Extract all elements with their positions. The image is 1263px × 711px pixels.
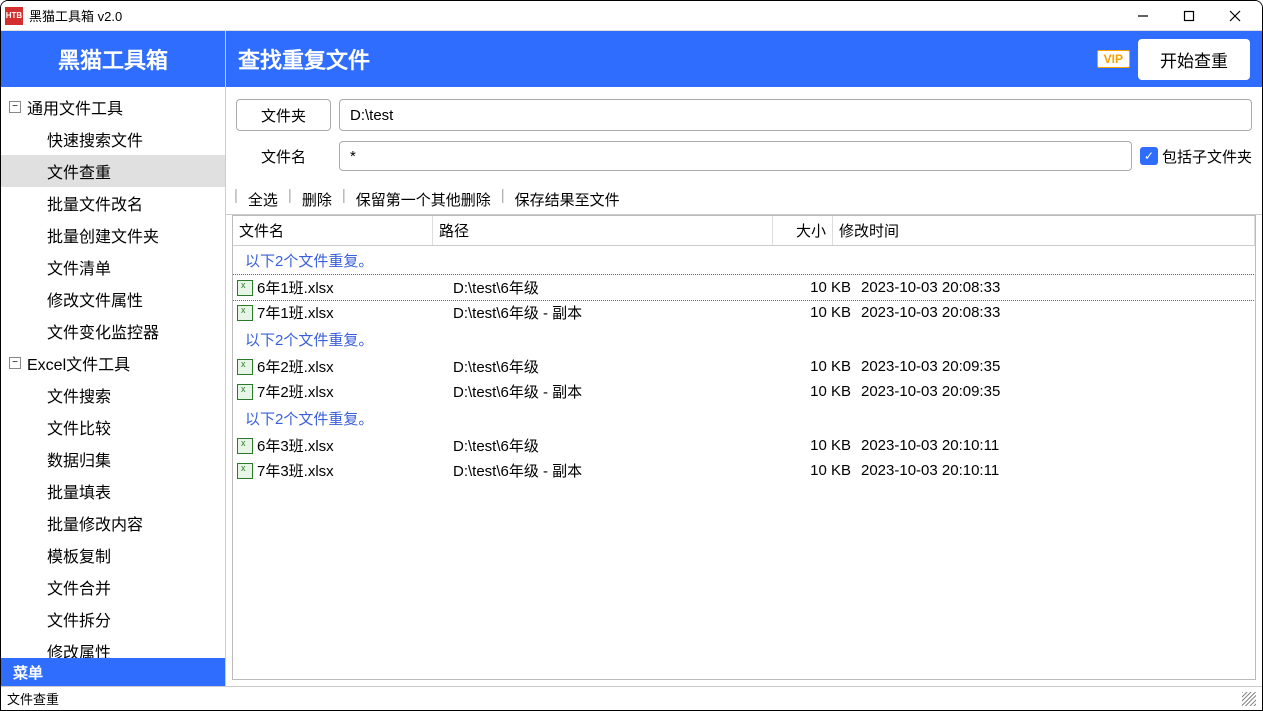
tree-group-label: Excel文件工具 <box>27 351 130 375</box>
sidebar-item[interactable]: 文件清单 <box>1 251 225 283</box>
excel-file-icon <box>237 280 253 296</box>
sidebar-item[interactable]: 文件拆分 <box>1 603 225 635</box>
sidebar-item[interactable]: 文件变化监控器 <box>1 315 225 347</box>
sidebar-item[interactable]: 文件比较 <box>1 411 225 443</box>
file-row[interactable]: 7年2班.xlsxD:\test\6年级 - 副本10 KB2023-10-03… <box>233 379 1255 404</box>
delete-action[interactable]: 删除 <box>296 187 338 212</box>
page-title: 查找重复文件 <box>238 43 1097 75</box>
select-all-action[interactable]: 全选 <box>242 187 284 212</box>
search-form: 文件夹 文件名 ✓ 包括子文件夹 <box>226 87 1262 185</box>
sidebar-item[interactable]: 批量创建文件夹 <box>1 219 225 251</box>
file-row[interactable]: 6年2班.xlsxD:\test\6年级10 KB2023-10-03 20:0… <box>233 354 1255 379</box>
tree-group-label: 通用文件工具 <box>27 95 123 119</box>
excel-file-icon <box>237 438 253 454</box>
filename-label: 文件名 <box>236 146 331 167</box>
file-size-cell: 10 KB <box>793 304 851 321</box>
sidebar-item[interactable]: 快速搜索文件 <box>1 123 225 155</box>
resize-grip-icon[interactable] <box>1242 692 1256 706</box>
file-row[interactable]: 7年1班.xlsxD:\test\6年级 - 副本10 KB2023-10-03… <box>233 300 1255 325</box>
sidebar-item[interactable]: 修改文件属性 <box>1 283 225 315</box>
file-path-cell: D:\test\6年级 - 副本 <box>453 302 793 323</box>
sidebar-item[interactable]: 数据归集 <box>1 443 225 475</box>
sidebar-item[interactable]: 批量填表 <box>1 475 225 507</box>
start-dedupe-button[interactable]: 开始查重 <box>1138 39 1250 80</box>
vip-badge: VIP <box>1097 50 1130 68</box>
col-header-date[interactable]: 修改时间 <box>833 216 1255 245</box>
checkbox-checked-icon: ✓ <box>1140 147 1158 165</box>
file-size-cell: 10 KB <box>793 437 851 454</box>
sidebar-footer-menu[interactable]: 菜单 <box>1 658 225 686</box>
titlebar: HTB 黑猫工具箱 v2.0 <box>1 1 1262 31</box>
duplicate-group-header: 以下2个文件重复。 <box>233 404 1255 433</box>
file-row[interactable]: 6年3班.xlsxD:\test\6年级10 KB2023-10-03 20:1… <box>233 433 1255 458</box>
file-path-cell: D:\test\6年级 - 副本 <box>453 460 793 481</box>
main-header: 查找重复文件 VIP 开始查重 <box>226 31 1262 87</box>
main-panel: 查找重复文件 VIP 开始查重 文件夹 文件名 ✓ 包括子文件夹 <box>226 31 1262 686</box>
file-row[interactable]: 7年3班.xlsxD:\test\6年级 - 副本10 KB2023-10-03… <box>233 458 1255 483</box>
collapse-icon[interactable]: − <box>9 357 21 369</box>
folder-path-input[interactable] <box>339 99 1252 131</box>
maximize-button[interactable] <box>1166 1 1212 31</box>
file-date-cell: 2023-10-03 20:08:33 <box>851 304 1255 321</box>
results-header: 文件名 路径 大小 修改时间 <box>233 216 1255 246</box>
sidebar-item[interactable]: 文件搜索 <box>1 379 225 411</box>
file-name-cell: 7年3班.xlsx <box>257 460 453 481</box>
file-name-cell: 6年3班.xlsx <box>257 435 453 456</box>
file-path-cell: D:\test\6年级 - 副本 <box>453 381 793 402</box>
file-date-cell: 2023-10-03 20:09:35 <box>851 358 1255 375</box>
tree-group[interactable]: −通用文件工具 <box>1 91 225 123</box>
save-results-action[interactable]: 保存结果至文件 <box>509 187 626 212</box>
excel-file-icon <box>237 359 253 375</box>
duplicate-group-header: 以下2个文件重复。 <box>233 325 1255 354</box>
col-header-size[interactable]: 大小 <box>773 216 833 245</box>
file-row[interactable]: 6年1班.xlsxD:\test\6年级10 KB2023-10-03 20:0… <box>233 275 1255 300</box>
duplicate-group-header: 以下2个文件重复。 <box>233 246 1255 275</box>
file-size-cell: 10 KB <box>793 358 851 375</box>
sidebar-item[interactable]: 修改属性 <box>1 635 225 658</box>
file-path-cell: D:\test\6年级 <box>453 435 793 456</box>
sidebar-item[interactable]: 批量文件改名 <box>1 187 225 219</box>
minimize-button[interactable] <box>1120 1 1166 31</box>
col-header-path[interactable]: 路径 <box>433 216 773 245</box>
results-toolbar: | 全选 | 删除 | 保留第一个其他删除 | 保存结果至文件 <box>226 185 1262 215</box>
file-name-cell: 6年2班.xlsx <box>257 356 453 377</box>
file-path-cell: D:\test\6年级 <box>453 356 793 377</box>
file-size-cell: 10 KB <box>793 279 851 296</box>
sidebar: 黑猫工具箱 −通用文件工具快速搜索文件文件查重批量文件改名批量创建文件夹文件清单… <box>1 31 226 686</box>
results-list[interactable]: 文件名 路径 大小 修改时间 以下2个文件重复。6年1班.xlsxD:\test… <box>232 215 1256 680</box>
app-window: HTB 黑猫工具箱 v2.0 黑猫工具箱 −通用文件工具快速搜索文件文件查重批量… <box>0 0 1263 711</box>
file-path-cell: D:\test\6年级 <box>453 277 793 298</box>
file-name-cell: 6年1班.xlsx <box>257 277 453 298</box>
sidebar-item[interactable]: 文件合并 <box>1 571 225 603</box>
file-size-cell: 10 KB <box>793 383 851 400</box>
status-bar: 文件查重 <box>1 686 1262 710</box>
collapse-icon[interactable]: − <box>9 101 21 113</box>
file-size-cell: 10 KB <box>793 462 851 479</box>
sidebar-tree[interactable]: −通用文件工具快速搜索文件文件查重批量文件改名批量创建文件夹文件清单修改文件属性… <box>1 87 225 658</box>
tree-group[interactable]: −Excel文件工具 <box>1 347 225 379</box>
choose-folder-button[interactable]: 文件夹 <box>236 99 331 131</box>
include-subfolders-checkbox[interactable]: ✓ 包括子文件夹 <box>1140 146 1252 167</box>
file-date-cell: 2023-10-03 20:10:11 <box>851 462 1255 479</box>
sidebar-item[interactable]: 模板复制 <box>1 539 225 571</box>
excel-file-icon <box>237 384 253 400</box>
file-name-cell: 7年1班.xlsx <box>257 302 453 323</box>
app-logo-icon: HTB <box>5 7 23 25</box>
sidebar-item[interactable]: 批量修改内容 <box>1 507 225 539</box>
status-text: 文件查重 <box>7 689 59 708</box>
sidebar-item[interactable]: 文件查重 <box>1 155 225 187</box>
filename-pattern-input[interactable] <box>339 141 1132 171</box>
file-date-cell: 2023-10-03 20:10:11 <box>851 437 1255 454</box>
include-subfolders-label: 包括子文件夹 <box>1162 146 1252 167</box>
window-title: 黑猫工具箱 v2.0 <box>29 6 1120 25</box>
file-date-cell: 2023-10-03 20:09:35 <box>851 383 1255 400</box>
excel-file-icon <box>237 305 253 321</box>
sidebar-brand: 黑猫工具箱 <box>1 31 225 87</box>
file-date-cell: 2023-10-03 20:08:33 <box>851 279 1255 296</box>
keep-first-delete-rest-action[interactable]: 保留第一个其他删除 <box>350 187 497 212</box>
close-button[interactable] <box>1212 1 1258 31</box>
file-name-cell: 7年2班.xlsx <box>257 381 453 402</box>
excel-file-icon <box>237 463 253 479</box>
col-header-name[interactable]: 文件名 <box>233 216 433 245</box>
